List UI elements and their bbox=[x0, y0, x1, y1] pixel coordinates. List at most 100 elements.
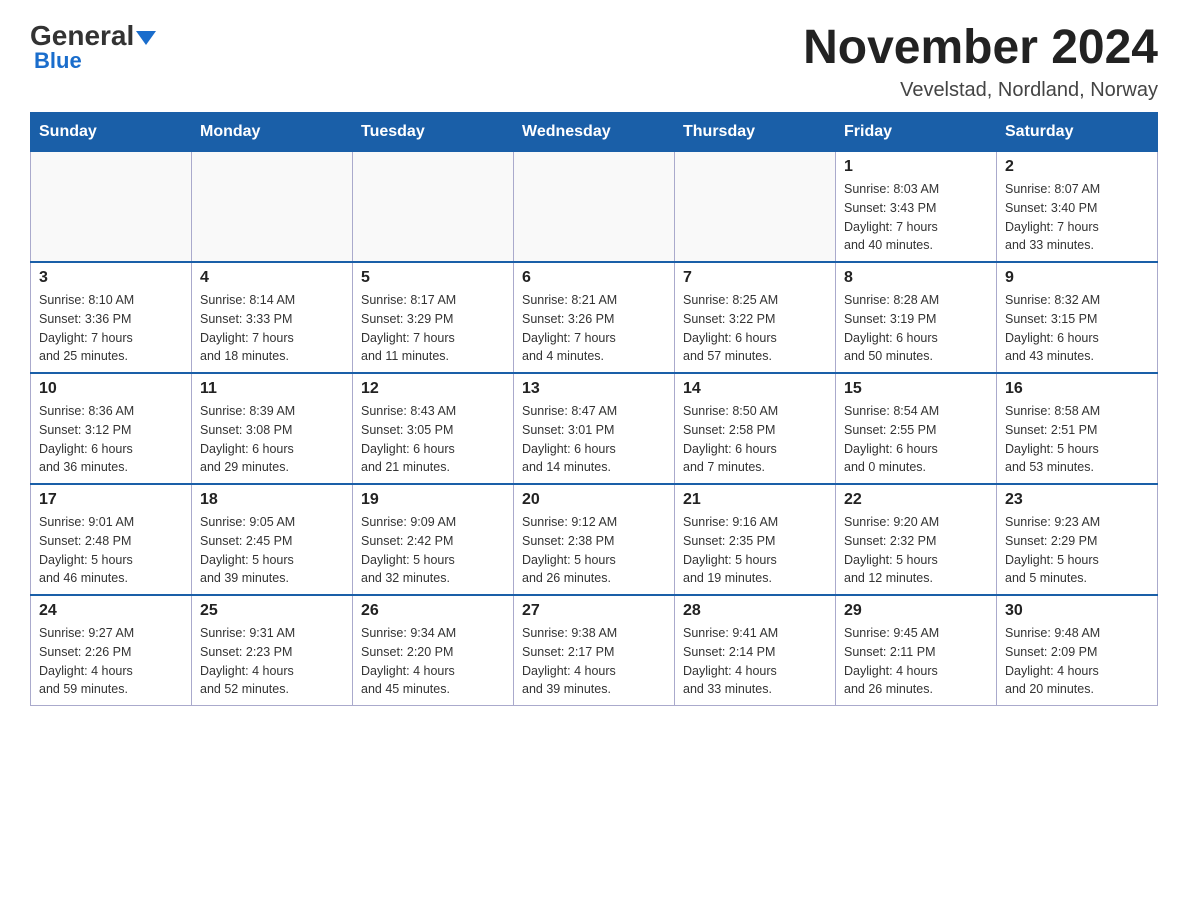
day-info: Sunrise: 8:07 AMSunset: 3:40 PMDaylight:… bbox=[1005, 180, 1149, 255]
day-info: Sunrise: 9:12 AMSunset: 2:38 PMDaylight:… bbox=[522, 513, 666, 588]
page-header: General Blue November 2024 Vevelstad, No… bbox=[30, 20, 1158, 102]
calendar-cell: 15Sunrise: 8:54 AMSunset: 2:55 PMDayligh… bbox=[836, 373, 997, 484]
day-number: 19 bbox=[361, 491, 505, 509]
day-number: 28 bbox=[683, 602, 827, 620]
day-number: 3 bbox=[39, 269, 183, 287]
calendar-cell bbox=[514, 152, 675, 263]
calendar-cell: 4Sunrise: 8:14 AMSunset: 3:33 PMDaylight… bbox=[192, 262, 353, 373]
calendar-cell: 6 Sunrise: 8:21 AMSunset: 3:26 PMDaylight… bbox=[514, 262, 675, 373]
weekday-header-saturday: Saturday bbox=[997, 113, 1158, 152]
day-info: Sunrise: 8:43 AMSunset: 3:05 PMDaylight:… bbox=[361, 402, 505, 477]
calendar-cell: 16Sunrise: 8:58 AMSunset: 2:51 PMDayligh… bbox=[997, 373, 1158, 484]
day-number: 27 bbox=[522, 602, 666, 620]
day-number: 4 bbox=[200, 269, 344, 287]
day-number: 10 bbox=[39, 380, 183, 398]
day-number: 9 bbox=[1005, 269, 1149, 287]
day-number: 8 bbox=[844, 269, 988, 287]
calendar-cell bbox=[31, 152, 192, 263]
day-info: Sunrise: 9:31 AMSunset: 2:23 PMDaylight:… bbox=[200, 624, 344, 699]
calendar-cell: 20 Sunrise: 9:12 AMSunset: 2:38 PMDayligh… bbox=[514, 484, 675, 595]
day-info: Sunrise: 9:01 AMSunset: 2:48 PMDaylight:… bbox=[39, 513, 183, 588]
day-info: Sunrise: 8:32 AMSunset: 3:15 PMDaylight:… bbox=[1005, 291, 1149, 366]
calendar-cell: 10Sunrise: 8:36 AMSunset: 3:12 PMDayligh… bbox=[31, 373, 192, 484]
day-info: Sunrise: 8:21 AMSunset: 3:26 PMDaylight:… bbox=[522, 291, 666, 366]
calendar-cell: 27Sunrise: 9:38 AMSunset: 2:17 PMDayligh… bbox=[514, 595, 675, 706]
day-number: 11 bbox=[200, 380, 344, 398]
day-number: 18 bbox=[200, 491, 344, 509]
weekday-header-tuesday: Tuesday bbox=[353, 113, 514, 152]
day-number: 12 bbox=[361, 380, 505, 398]
weekday-header-sunday: Sunday bbox=[31, 113, 192, 152]
calendar-cell: 29 Sunrise: 9:45 AMSunset: 2:11 PMDayligh… bbox=[836, 595, 997, 706]
calendar-cell bbox=[675, 152, 836, 263]
day-number: 24 bbox=[39, 602, 183, 620]
day-info: Sunrise: 9:34 AMSunset: 2:20 PMDaylight:… bbox=[361, 624, 505, 699]
day-info: Sunrise: 8:28 AMSunset: 3:19 PMDaylight:… bbox=[844, 291, 988, 366]
weekday-header-wednesday: Wednesday bbox=[514, 113, 675, 152]
calendar-cell: 2 Sunrise: 8:07 AMSunset: 3:40 PMDaylight… bbox=[997, 152, 1158, 263]
calendar-cell bbox=[353, 152, 514, 263]
day-info: Sunrise: 8:10 AMSunset: 3:36 PMDaylight:… bbox=[39, 291, 183, 366]
calendar-cell: 13Sunrise: 8:47 AMSunset: 3:01 PMDayligh… bbox=[514, 373, 675, 484]
day-number: 5 bbox=[361, 269, 505, 287]
day-number: 29 bbox=[844, 602, 988, 620]
logo-arrow-icon bbox=[134, 20, 156, 52]
day-info: Sunrise: 8:03 AMSunset: 3:43 PMDaylight:… bbox=[844, 180, 988, 255]
day-info: Sunrise: 8:25 AMSunset: 3:22 PMDaylight:… bbox=[683, 291, 827, 366]
calendar-cell: 24Sunrise: 9:27 AMSunset: 2:26 PMDayligh… bbox=[31, 595, 192, 706]
calendar-cell: 30Sunrise: 9:48 AMSunset: 2:09 PMDayligh… bbox=[997, 595, 1158, 706]
logo-blue-text: Blue bbox=[34, 48, 82, 74]
calendar-cell: 14Sunrise: 8:50 AMSunset: 2:58 PMDayligh… bbox=[675, 373, 836, 484]
logo: General Blue bbox=[30, 20, 156, 74]
day-info: Sunrise: 9:48 AMSunset: 2:09 PMDaylight:… bbox=[1005, 624, 1149, 699]
calendar-header-row: SundayMondayTuesdayWednesdayThursdayFrid… bbox=[31, 113, 1158, 152]
calendar-cell: 3 Sunrise: 8:10 AMSunset: 3:36 PMDaylight… bbox=[31, 262, 192, 373]
day-number: 23 bbox=[1005, 491, 1149, 509]
day-info: Sunrise: 9:20 AMSunset: 2:32 PMDaylight:… bbox=[844, 513, 988, 588]
day-number: 20 bbox=[522, 491, 666, 509]
calendar-cell: 25 Sunrise: 9:31 AMSunset: 2:23 PMDayligh… bbox=[192, 595, 353, 706]
calendar-cell: 11 Sunrise: 8:39 AMSunset: 3:08 PMDayligh… bbox=[192, 373, 353, 484]
day-number: 22 bbox=[844, 491, 988, 509]
calendar-week-row: 1 Sunrise: 8:03 AMSunset: 3:43 PMDaylight… bbox=[31, 152, 1158, 263]
day-info: Sunrise: 9:09 AMSunset: 2:42 PMDaylight:… bbox=[361, 513, 505, 588]
weekday-header-thursday: Thursday bbox=[675, 113, 836, 152]
day-number: 6 bbox=[522, 269, 666, 287]
day-info: Sunrise: 8:17 AMSunset: 3:29 PMDaylight:… bbox=[361, 291, 505, 366]
day-number: 13 bbox=[522, 380, 666, 398]
day-number: 25 bbox=[200, 602, 344, 620]
calendar-week-row: 24Sunrise: 9:27 AMSunset: 2:26 PMDayligh… bbox=[31, 595, 1158, 706]
calendar-cell bbox=[192, 152, 353, 263]
calendar-cell: 18 Sunrise: 9:05 AMSunset: 2:45 PMDayligh… bbox=[192, 484, 353, 595]
calendar-week-row: 3 Sunrise: 8:10 AMSunset: 3:36 PMDaylight… bbox=[31, 262, 1158, 373]
calendar-cell: 17 Sunrise: 9:01 AMSunset: 2:48 PMDayligh… bbox=[31, 484, 192, 595]
calendar-cell: 23 Sunrise: 9:23 AMSunset: 2:29 PMDayligh… bbox=[997, 484, 1158, 595]
day-number: 15 bbox=[844, 380, 988, 398]
calendar-week-row: 10Sunrise: 8:36 AMSunset: 3:12 PMDayligh… bbox=[31, 373, 1158, 484]
calendar-table: SundayMondayTuesdayWednesdayThursdayFrid… bbox=[30, 112, 1158, 706]
day-info: Sunrise: 9:05 AMSunset: 2:45 PMDaylight:… bbox=[200, 513, 344, 588]
calendar-cell: 8 Sunrise: 8:28 AMSunset: 3:19 PMDaylight… bbox=[836, 262, 997, 373]
day-number: 1 bbox=[844, 158, 988, 176]
main-title: November 2024 bbox=[803, 20, 1158, 75]
calendar-cell: 22 Sunrise: 9:20 AMSunset: 2:32 PMDayligh… bbox=[836, 484, 997, 595]
calendar-cell: 19 Sunrise: 9:09 AMSunset: 2:42 PMDayligh… bbox=[353, 484, 514, 595]
day-info: Sunrise: 8:39 AMSunset: 3:08 PMDaylight:… bbox=[200, 402, 344, 477]
day-number: 17 bbox=[39, 491, 183, 509]
day-number: 7 bbox=[683, 269, 827, 287]
location-subtitle: Vevelstad, Nordland, Norway bbox=[803, 79, 1158, 102]
calendar-cell: 7 Sunrise: 8:25 AMSunset: 3:22 PMDaylight… bbox=[675, 262, 836, 373]
calendar-week-row: 17 Sunrise: 9:01 AMSunset: 2:48 PMDayligh… bbox=[31, 484, 1158, 595]
day-info: Sunrise: 8:58 AMSunset: 2:51 PMDaylight:… bbox=[1005, 402, 1149, 477]
title-section: November 2024 Vevelstad, Nordland, Norwa… bbox=[803, 20, 1158, 102]
day-number: 14 bbox=[683, 380, 827, 398]
weekday-header-friday: Friday bbox=[836, 113, 997, 152]
day-info: Sunrise: 9:16 AMSunset: 2:35 PMDaylight:… bbox=[683, 513, 827, 588]
calendar-cell: 1 Sunrise: 8:03 AMSunset: 3:43 PMDaylight… bbox=[836, 152, 997, 263]
calendar-cell: 9 Sunrise: 8:32 AMSunset: 3:15 PMDaylight… bbox=[997, 262, 1158, 373]
day-info: Sunrise: 9:45 AMSunset: 2:11 PMDaylight:… bbox=[844, 624, 988, 699]
day-info: Sunrise: 9:23 AMSunset: 2:29 PMDaylight:… bbox=[1005, 513, 1149, 588]
day-number: 21 bbox=[683, 491, 827, 509]
day-number: 2 bbox=[1005, 158, 1149, 176]
calendar-cell: 21 Sunrise: 9:16 AMSunset: 2:35 PMDayligh… bbox=[675, 484, 836, 595]
